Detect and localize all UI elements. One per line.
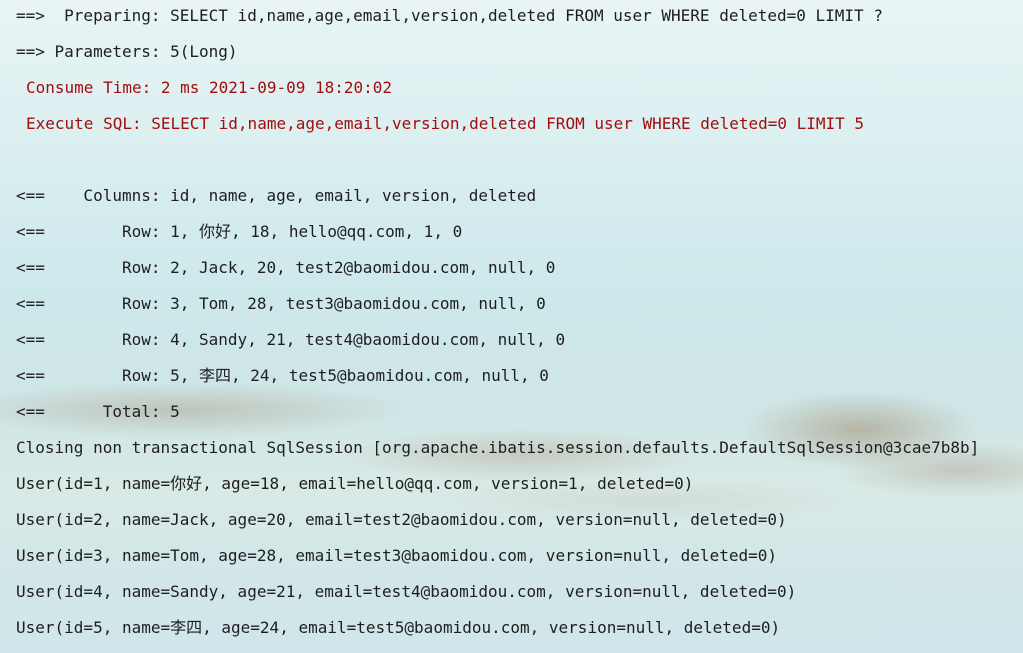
console-output[interactable]: ==> Preparing: SELECT id,name,age,email,…	[0, 0, 1023, 653]
log-row: <== Row: 1, 你好, 18, hello@qq.com, 1, 0	[16, 222, 463, 241]
log-closing-session: Closing non transactional SqlSession [or…	[16, 438, 980, 457]
log-user: User(id=3, name=Tom, age=28, email=test3…	[16, 546, 777, 565]
log-row: <== Row: 5, 李四, 24, test5@baomidou.com, …	[16, 366, 549, 385]
log-parameters: ==> Parameters: 5(Long)	[16, 42, 238, 61]
log-user: User(id=1, name=你好, age=18, email=hello@…	[16, 474, 694, 493]
log-row: <== Row: 3, Tom, 28, test3@baomidou.com,…	[16, 294, 546, 313]
log-row: <== Row: 2, Jack, 20, test2@baomidou.com…	[16, 258, 556, 277]
log-user: User(id=2, name=Jack, age=20, email=test…	[16, 510, 787, 529]
log-row: <== Row: 4, Sandy, 21, test4@baomidou.co…	[16, 330, 566, 349]
log-consume-time: Consume Time: 2 ms 2021-09-09 18:20:02	[26, 78, 393, 97]
log-columns: <== Columns: id, name, age, email, versi…	[16, 186, 537, 205]
log-user: User(id=5, name=李四, age=24, email=test5@…	[16, 618, 781, 637]
log-user: User(id=4, name=Sandy, age=21, email=tes…	[16, 582, 797, 601]
log-preparing: ==> Preparing: SELECT id,name,age,email,…	[16, 6, 883, 25]
log-execute-sql: Execute SQL: SELECT id,name,age,email,ve…	[26, 114, 865, 133]
log-total: <== Total: 5	[16, 402, 180, 421]
